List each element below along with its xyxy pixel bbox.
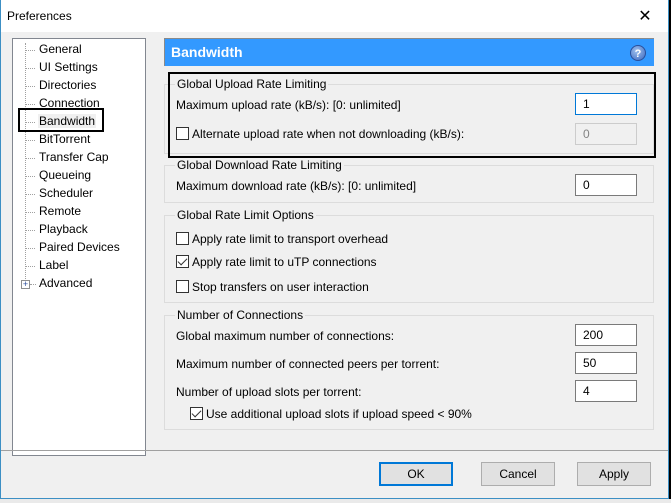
sidebar-item-label: UI Settings xyxy=(39,60,98,74)
sidebar-item-label: Advanced xyxy=(39,276,93,290)
sidebar-item-paired-devices[interactable]: Paired Devices xyxy=(13,239,143,257)
global-max-connections-input[interactable]: 200 xyxy=(575,324,637,346)
preferences-tree: General UI Settings Directories Connecti… xyxy=(12,38,146,456)
sidebar-item-ui-settings[interactable]: UI Settings xyxy=(13,59,143,77)
global-max-connections-label: Global maximum number of connections: xyxy=(176,329,395,343)
tree-connector xyxy=(25,248,35,249)
sidebar-item-label: Playback xyxy=(39,222,88,236)
tree-connector xyxy=(25,68,35,69)
rate-limit-options-group: Global Rate Limit Options Apply rate lim… xyxy=(164,208,654,303)
sidebar-item-label: General xyxy=(39,42,82,56)
sidebar-item-scheduler[interactable]: Scheduler xyxy=(13,185,143,203)
upload-slots-label: Number of upload slots per torrent: xyxy=(176,385,362,399)
sidebar-item-label: Directories xyxy=(39,78,97,92)
transport-overhead-checkbox[interactable] xyxy=(176,232,189,245)
upload-highlight-frame xyxy=(168,72,656,158)
close-icon[interactable]: ✕ xyxy=(622,0,668,32)
max-download-input[interactable]: 0 xyxy=(575,174,637,196)
sidebar-item-label: Queueing xyxy=(39,168,92,182)
group-title: Global Download Rate Limiting xyxy=(175,158,344,172)
tree-connector xyxy=(25,212,35,213)
group-title: Number of Connections xyxy=(175,308,306,322)
stop-transfers-label: Stop transfers on user interaction xyxy=(192,280,369,294)
expand-icon[interactable]: + xyxy=(21,280,30,289)
tree-connector xyxy=(30,284,36,285)
tree-connector xyxy=(25,158,35,159)
group-title: Global Rate Limit Options xyxy=(175,208,316,222)
max-peers-label: Maximum number of connected peers per to… xyxy=(176,357,440,371)
sidebar-item-remote[interactable]: Remote xyxy=(13,203,143,221)
sidebar-item-queueing[interactable]: Queueing xyxy=(13,167,143,185)
title-bar: Preferences ✕ xyxy=(1,0,668,32)
selection-highlight-frame xyxy=(18,108,104,132)
sidebar-item-label: Paired Devices xyxy=(39,240,120,254)
sidebar-item-label: Scheduler xyxy=(39,186,94,200)
page-title: Bandwidth xyxy=(171,44,243,60)
additional-slots-checkbox[interactable] xyxy=(190,407,203,420)
sidebar-item-bittorrent[interactable]: BitTorrent xyxy=(13,131,143,149)
apply-button[interactable]: Apply xyxy=(577,462,651,486)
sidebar-item-label: Transfer Cap xyxy=(39,150,109,164)
window-title: Preferences xyxy=(7,9,72,23)
background-status-bar xyxy=(0,499,671,503)
sidebar-item-label: Remote xyxy=(39,204,82,218)
utp-connections-checkbox[interactable] xyxy=(176,255,189,268)
utp-connections-label: Apply rate limit to uTP connections xyxy=(192,255,377,269)
footer-divider xyxy=(1,450,668,451)
sidebar-item-label-settings[interactable]: Label xyxy=(13,257,143,275)
tree-connector xyxy=(25,140,35,141)
sidebar-item-general[interactable]: General xyxy=(13,41,143,59)
sidebar-item-directories[interactable]: Directories xyxy=(13,77,143,95)
connections-group: Number of Connections Global maximum num… xyxy=(164,308,654,430)
max-download-label: Maximum download rate (kB/s): [0: unlimi… xyxy=(176,179,417,193)
tree-connector xyxy=(25,104,35,105)
sidebar-item-transfer-cap[interactable]: Transfer Cap xyxy=(13,149,143,167)
transport-overhead-label: Apply rate limit to transport overhead xyxy=(192,232,389,246)
sidebar-item-advanced[interactable]: + Advanced xyxy=(13,275,143,293)
cancel-button[interactable]: Cancel xyxy=(481,462,555,486)
ok-button[interactable]: OK xyxy=(379,462,453,486)
tree-connector xyxy=(25,230,35,231)
additional-slots-label: Use additional upload slots if upload sp… xyxy=(206,407,472,421)
max-peers-input[interactable]: 50 xyxy=(575,352,637,374)
tree-connector xyxy=(25,176,35,177)
sidebar-item-label: Label xyxy=(39,258,69,272)
stop-transfers-checkbox[interactable] xyxy=(176,280,189,293)
help-icon[interactable]: ? xyxy=(630,45,646,61)
upload-slots-input[interactable]: 4 xyxy=(575,380,637,402)
panel-header: Bandwidth ? xyxy=(164,38,654,66)
tree-connector xyxy=(25,194,35,195)
download-rate-group: Global Download Rate Limiting Maximum do… xyxy=(164,158,654,203)
tree-connector xyxy=(25,266,35,267)
tree-connector xyxy=(25,50,35,51)
preferences-dialog: Preferences ✕ General UI Settings Direct… xyxy=(0,0,669,499)
sidebar-item-playback[interactable]: Playback xyxy=(13,221,143,239)
tree-connector xyxy=(25,86,35,87)
sidebar-item-label: BitTorrent xyxy=(39,132,91,146)
